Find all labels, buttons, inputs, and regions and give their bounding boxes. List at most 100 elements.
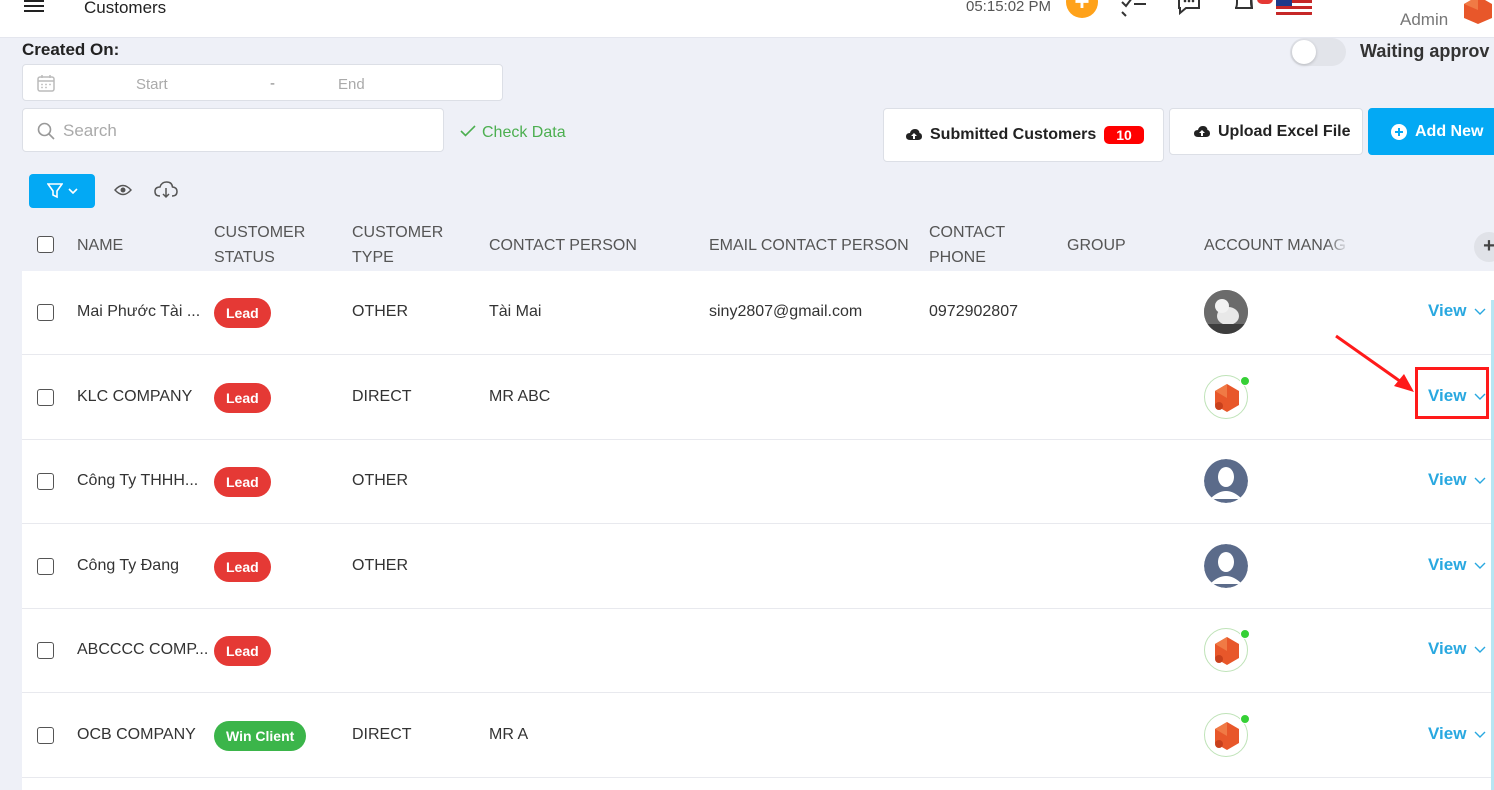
customer-type: OTHER	[352, 557, 408, 574]
status-badge: Lead	[214, 636, 271, 666]
avatar[interactable]	[1204, 544, 1248, 588]
chevron-down-icon	[1474, 562, 1486, 569]
filter-button[interactable]	[29, 174, 95, 208]
contact-person: Tài Mai	[489, 303, 542, 320]
status-badge: Lead	[214, 383, 271, 413]
status-badge: Lead	[214, 467, 271, 497]
contact-phone: 0972902807	[929, 303, 1018, 320]
top-bar: Customers 05:15:02 PM + Admin	[0, 0, 1494, 38]
customer-type: DIRECT	[352, 388, 412, 405]
default-user-avatar-icon	[1204, 459, 1248, 503]
submitted-customers-button[interactable]: Submitted Customers 10	[883, 108, 1164, 162]
clock-text: 05:15:02 PM	[966, 0, 1052, 15]
notification-badge	[1257, 0, 1273, 4]
user-role: Admin	[1400, 10, 1449, 29]
user-logo-icon[interactable]	[1460, 0, 1494, 26]
contact-person: MR A	[489, 726, 529, 743]
cloud-upload-icon	[1194, 125, 1210, 137]
chevron-down-icon	[67, 188, 78, 194]
online-indicator	[1240, 714, 1250, 724]
search-input[interactable]	[63, 119, 433, 143]
select-all-checkbox[interactable]	[37, 236, 54, 253]
page-title: Customers	[84, 0, 167, 17]
table-row[interactable]: KLC COMPANY Lead DIRECT MR ABC View	[22, 356, 1494, 440]
date-range-picker[interactable]: Start - End	[22, 64, 503, 101]
submitted-count-badge: 10	[1104, 126, 1144, 144]
view-dropdown[interactable]: View	[1428, 301, 1486, 321]
photo-avatar-icon	[1204, 290, 1248, 334]
menu-icon[interactable]	[24, 0, 44, 15]
status-badge: Win Client	[214, 721, 307, 751]
row-checkbox[interactable]	[37, 389, 54, 406]
chevron-down-icon	[1474, 646, 1486, 653]
table-row[interactable]: Công Ty THHH... Lead OTHER View	[22, 440, 1494, 524]
search-icon	[37, 122, 55, 140]
customer-table: Mai Phước Tài ... Lead OTHER Tài Mai sin…	[22, 271, 1494, 790]
upload-excel-button[interactable]: Upload Excel File	[1169, 108, 1363, 155]
waiting-approval-toggle[interactable]	[1290, 38, 1346, 66]
quick-add-button[interactable]: +	[1066, 0, 1098, 18]
check-icon	[460, 125, 476, 137]
chevron-down-icon	[1474, 731, 1486, 738]
column-header-account-manager[interactable]: ACCOUNT MANAG	[1204, 233, 1349, 258]
cloud-upload-icon	[906, 129, 922, 140]
plus-circle-icon	[1391, 123, 1407, 140]
column-header-customer-status[interactable]: CUSTOMER STATUS	[214, 220, 305, 270]
view-dropdown[interactable]: View	[1428, 470, 1486, 490]
status-badge: Lead	[214, 298, 271, 328]
view-dropdown[interactable]: View	[1428, 555, 1486, 575]
column-header-name[interactable]: NAME	[77, 233, 123, 258]
customer-name[interactable]: Mai Phước Tài ...	[77, 303, 200, 321]
online-indicator	[1240, 629, 1250, 639]
customer-name[interactable]: KLC COMPANY	[77, 388, 192, 406]
table-row[interactable]: ABCCCC COMP... Lead View	[22, 609, 1494, 693]
row-checkbox[interactable]	[37, 304, 54, 321]
table-row[interactable]: Công Ty Đang Lead OTHER View	[22, 525, 1494, 609]
column-header-contact-phone[interactable]: CONTACT PHONE	[929, 220, 1005, 270]
us-flag-icon[interactable]	[1276, 0, 1312, 16]
online-indicator	[1240, 376, 1250, 386]
chat-icon[interactable]	[1176, 0, 1202, 18]
customer-name[interactable]: Công Ty THHH...	[77, 472, 198, 490]
cloud-download-icon[interactable]	[154, 181, 178, 199]
tasks-icon[interactable]	[1120, 0, 1148, 18]
calendar-icon	[37, 75, 55, 92]
date-separator: -	[270, 75, 275, 92]
customer-type: DIRECT	[352, 726, 412, 743]
table-row[interactable]: Mai Phước Tài ... Lead OTHER Tài Mai sin…	[22, 271, 1494, 355]
column-header-group[interactable]: GROUP	[1067, 233, 1126, 258]
annotation-arrow-icon	[1335, 334, 1414, 392]
search-box[interactable]	[22, 108, 444, 152]
avatar[interactable]	[1204, 459, 1248, 503]
row-checkbox[interactable]	[37, 558, 54, 575]
column-header-customer-type[interactable]: CUSTOMER TYPE	[352, 220, 443, 270]
row-checkbox[interactable]	[37, 473, 54, 490]
contact-person: MR ABC	[489, 388, 551, 405]
row-checkbox[interactable]	[37, 642, 54, 659]
view-dropdown[interactable]: View	[1428, 639, 1486, 659]
column-header-email-contact-person[interactable]: EMAIL CONTACT PERSON	[709, 233, 909, 258]
customer-type: OTHER	[352, 303, 408, 320]
date-start-placeholder[interactable]: Start	[136, 76, 168, 93]
submitted-customers-label: Submitted Customers	[930, 126, 1097, 143]
row-checkbox[interactable]	[37, 727, 54, 744]
customer-name[interactable]: OCB COMPANY	[77, 726, 196, 744]
chevron-down-icon	[1474, 477, 1486, 484]
customer-name[interactable]: ABCCCC COMP...	[77, 641, 208, 659]
waiting-approval-label: Waiting approv	[1360, 41, 1490, 61]
customer-name[interactable]: Công Ty Đang	[77, 557, 179, 575]
column-header-contact-person[interactable]: CONTACT PERSON	[489, 233, 637, 258]
table-row[interactable]: OCB COMPANY Win Client DIRECT MR A View	[22, 694, 1494, 778]
date-end-placeholder[interactable]: End	[338, 76, 365, 93]
upload-excel-label: Upload Excel File	[1218, 122, 1351, 140]
add-new-label: Add New	[1415, 122, 1484, 140]
bell-icon[interactable]	[1232, 0, 1256, 18]
add-column-button[interactable]: +	[1474, 232, 1494, 262]
filter-icon	[46, 183, 63, 199]
add-new-button[interactable]: Add New	[1368, 108, 1494, 155]
view-dropdown[interactable]: View	[1428, 724, 1486, 744]
check-data-link[interactable]: Check Data	[460, 124, 566, 142]
eye-icon[interactable]	[114, 183, 132, 197]
avatar[interactable]	[1204, 290, 1248, 334]
chevron-down-icon	[1474, 308, 1486, 315]
